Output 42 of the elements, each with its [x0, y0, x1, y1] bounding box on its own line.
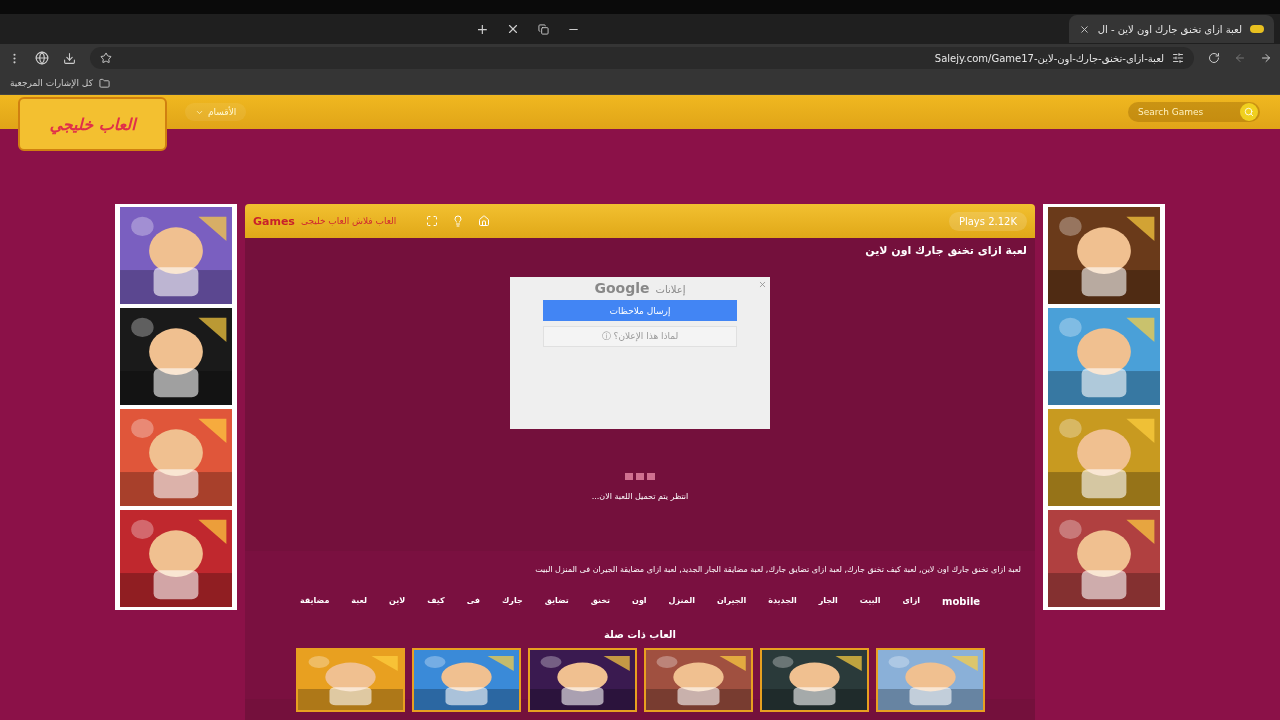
address-field[interactable]: Salejy.com/Game17-لعبة-ازاى-تخنق-جارك-اون-لاين — [90, 47, 1194, 69]
tag-link[interactable]: الجيران — [716, 596, 747, 607]
browser-tab[interactable]: لعبة ازاى تخنق جارك اون لاين - ال — [1068, 15, 1274, 43]
ad-provider: Google — [594, 280, 650, 296]
tab-icon — [1250, 25, 1264, 33]
tag-link[interactable]: اون — [632, 596, 647, 607]
tag-link[interactable]: لعبة — [351, 596, 367, 607]
site-label: العاب فلاش العاب خليجى — [300, 216, 397, 226]
brand-label: Games — [253, 214, 295, 228]
search-icon[interactable] — [1240, 103, 1258, 121]
tag-link[interactable]: mobile — [942, 596, 981, 607]
new-tab-button[interactable]: + — [476, 21, 489, 37]
tag-link[interactable]: فى — [466, 596, 480, 607]
ad-label: إعلانات — [655, 284, 686, 295]
folder-icon — [98, 77, 110, 89]
tag-link[interactable]: المنزل — [668, 596, 695, 607]
reload-icon[interactable] — [1208, 52, 1220, 64]
close-icon[interactable] — [1078, 23, 1090, 35]
tag-link[interactable]: البيت — [859, 596, 881, 607]
tag-link[interactable]: الجديدة — [768, 596, 797, 607]
restore-icon[interactable] — [538, 23, 550, 35]
tag-link[interactable]: مضايقة — [299, 596, 330, 607]
game-description: لعبة ازاى تخنق جارك اون لاين, لعبة كيف تخنق جارك, لعبة ازاى تضايق جارك, لعبة مضايقة الجار الجديد, لعبة ازاى مضايقة الجيران فى المنزل البيت — [535, 565, 1021, 574]
tag-link[interactable]: تضايق — [544, 596, 569, 607]
tag-link[interactable]: الجار — [818, 596, 838, 607]
plays-count: Plays 2.12K — [948, 211, 1027, 231]
bookmarks-link[interactable]: كل الإشارات المرجعية — [10, 78, 93, 88]
tag-link[interactable]: لاين — [389, 596, 406, 607]
star-icon[interactable] — [100, 52, 112, 64]
tag-link[interactable]: تخنق — [590, 596, 611, 607]
loading-dots — [625, 473, 655, 480]
tag-link[interactable]: جارك — [501, 596, 523, 607]
game-title: لعبة ازاى تخنق جارك اون لاين — [865, 244, 1027, 257]
globe-icon[interactable] — [35, 51, 49, 65]
forward-icon[interactable] — [1260, 52, 1272, 64]
feedback-button[interactable]: إرسال ملاحظات — [543, 300, 737, 321]
loading-text: انتظر يتم تحميل اللعبة الان... — [591, 492, 689, 501]
section-heading: العاب ذات صلة — [604, 629, 676, 640]
tag-link[interactable]: ازاى — [902, 596, 920, 607]
download-icon[interactable] — [63, 51, 76, 65]
tag-link[interactable]: كيف — [427, 596, 445, 607]
tune-icon[interactable] — [1172, 52, 1184, 64]
